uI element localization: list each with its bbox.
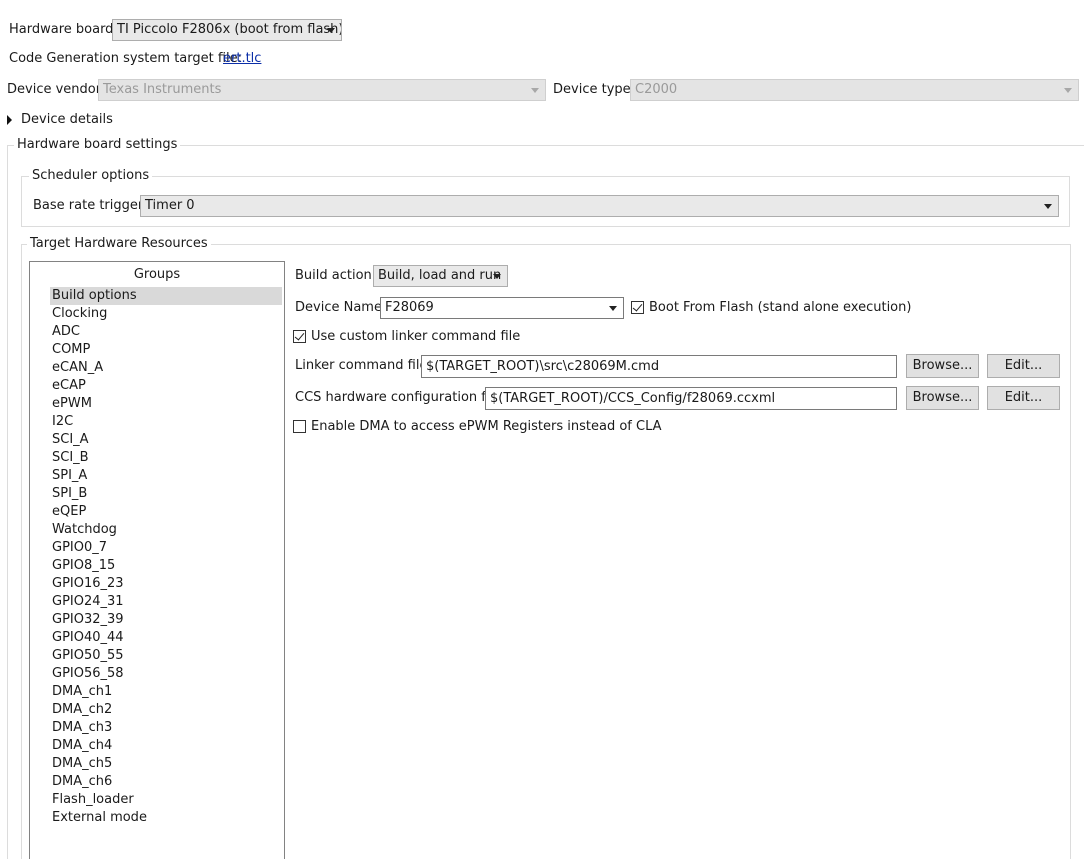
group-item-spi-a[interactable]: SPI_A — [52, 467, 87, 485]
device-vendor-value: Texas Instruments — [103, 82, 222, 97]
group-item-dma-ch2[interactable]: DMA_ch2 — [52, 701, 112, 719]
chevron-down-icon — [531, 88, 539, 93]
target-hardware-resources-title: Target Hardware Resources — [27, 236, 211, 252]
hardware-board-value: TI Piccolo F2806x (boot from flash) — [117, 22, 342, 37]
checkmark-icon — [294, 330, 305, 341]
base-rate-trigger-value: Timer 0 — [145, 198, 195, 213]
linker-browse-button[interactable]: Browse... — [906, 354, 979, 378]
group-item-comp[interactable]: COMP — [52, 341, 90, 359]
build-action-dropdown[interactable]: Build, load and run — [373, 265, 508, 287]
codegen-label: Code Generation system target file: — [9, 51, 243, 66]
enable-dma-label: Enable DMA to access ePWM Registers inst… — [311, 419, 662, 434]
group-item-adc[interactable]: ADC — [52, 323, 80, 341]
group-item-eqep[interactable]: eQEP — [52, 503, 86, 521]
base-rate-trigger-label: Base rate trigger: — [33, 198, 148, 213]
use-custom-linker-label: Use custom linker command file — [311, 329, 521, 344]
group-item-sci-b[interactable]: SCI_B — [52, 449, 89, 467]
chevron-down-icon — [1064, 88, 1072, 93]
device-details-label: Device details — [21, 112, 113, 127]
device-vendor-dropdown[interactable]: Texas Instruments — [98, 79, 546, 101]
group-item-build-options[interactable]: Build options — [50, 287, 282, 305]
group-item-dma-ch6[interactable]: DMA_ch6 — [52, 773, 112, 791]
group-item-gpio16-23[interactable]: GPIO16_23 — [52, 575, 124, 593]
group-item-dma-ch3[interactable]: DMA_ch3 — [52, 719, 112, 737]
device-name-value: F28069 — [385, 300, 434, 315]
build-action-value: Build, load and run — [378, 268, 502, 283]
device-name-label: Device Name: — [295, 300, 387, 315]
group-item-gpio40-44[interactable]: GPIO40_44 — [52, 629, 124, 647]
system-target-file-link[interactable]: ert.tlc — [223, 51, 261, 67]
linker-edit-button[interactable]: Edit... — [987, 354, 1060, 378]
hardware-board-dropdown[interactable]: TI Piccolo F2806x (boot from flash) — [112, 19, 342, 41]
build-action-label: Build action: — [295, 268, 377, 283]
group-item-epwm[interactable]: ePWM — [52, 395, 92, 413]
group-item-gpio32-39[interactable]: GPIO32_39 — [52, 611, 124, 629]
chevron-down-icon — [327, 28, 335, 33]
boot-from-flash-checkbox[interactable] — [631, 301, 644, 314]
device-vendor-label: Device vendor: — [7, 82, 106, 97]
group-item-gpio24-31[interactable]: GPIO24_31 — [52, 593, 124, 611]
hardware-board-settings-title: Hardware board settings — [14, 137, 181, 153]
groups-list[interactable]: Groups Build options Clocking ADC COMP eCAN_… — [29, 261, 285, 859]
groups-header: Groups — [133, 267, 181, 282]
ccs-config-label: CCS hardware configuration file: — [295, 390, 506, 405]
linker-command-file-input[interactable]: $(TARGET_ROOT)\src\c28069M.cmd — [421, 355, 897, 378]
group-item-i2c[interactable]: I2C — [52, 413, 73, 431]
group-item-gpio56-58[interactable]: GPIO56_58 — [52, 665, 124, 683]
device-type-label: Device type: — [553, 82, 636, 97]
group-item-ecan-a[interactable]: eCAN_A — [52, 359, 103, 377]
group-item-gpio8-15[interactable]: GPIO8_15 — [52, 557, 115, 575]
ccs-config-input[interactable]: $(TARGET_ROOT)/CCS_Config/f28069.ccxml — [485, 387, 897, 410]
group-item-watchdog[interactable]: Watchdog — [52, 521, 117, 539]
chevron-down-icon — [1044, 204, 1052, 209]
hardware-board-label: Hardware board: — [9, 22, 118, 37]
enable-dma-checkbox[interactable] — [293, 420, 306, 433]
checkmark-icon — [632, 301, 643, 312]
scheduler-options-title: Scheduler options — [29, 168, 153, 184]
ccs-browse-button[interactable]: Browse... — [906, 386, 979, 410]
group-item-dma-ch4[interactable]: DMA_ch4 — [52, 737, 112, 755]
device-type-dropdown[interactable]: C2000 — [630, 79, 1079, 101]
group-item-gpio50-55[interactable]: GPIO50_55 — [52, 647, 124, 665]
boot-from-flash-label: Boot From Flash (stand alone execution) — [649, 300, 912, 315]
group-item-dma-ch5[interactable]: DMA_ch5 — [52, 755, 112, 773]
chevron-right-icon — [7, 115, 12, 125]
group-item-sci-a[interactable]: SCI_A — [52, 431, 89, 449]
linker-command-file-label: Linker command file: — [295, 358, 432, 373]
group-item-spi-b[interactable]: SPI_B — [52, 485, 87, 503]
base-rate-trigger-dropdown[interactable]: Timer 0 — [140, 195, 1059, 217]
device-type-value: C2000 — [635, 82, 678, 97]
group-item-external-mode[interactable]: External mode — [52, 809, 147, 827]
group-item-ecap[interactable]: eCAP — [52, 377, 86, 395]
chevron-down-icon — [493, 274, 501, 279]
chevron-down-icon — [609, 306, 617, 311]
ccs-edit-button[interactable]: Edit... — [987, 386, 1060, 410]
device-name-dropdown[interactable]: F28069 — [380, 297, 624, 319]
group-item-flash-loader[interactable]: Flash_loader — [52, 791, 134, 809]
group-item-clocking[interactable]: Clocking — [52, 305, 107, 323]
group-item-gpio0-7[interactable]: GPIO0_7 — [52, 539, 107, 557]
use-custom-linker-checkbox[interactable] — [293, 330, 306, 343]
group-item-dma-ch1[interactable]: DMA_ch1 — [52, 683, 112, 701]
